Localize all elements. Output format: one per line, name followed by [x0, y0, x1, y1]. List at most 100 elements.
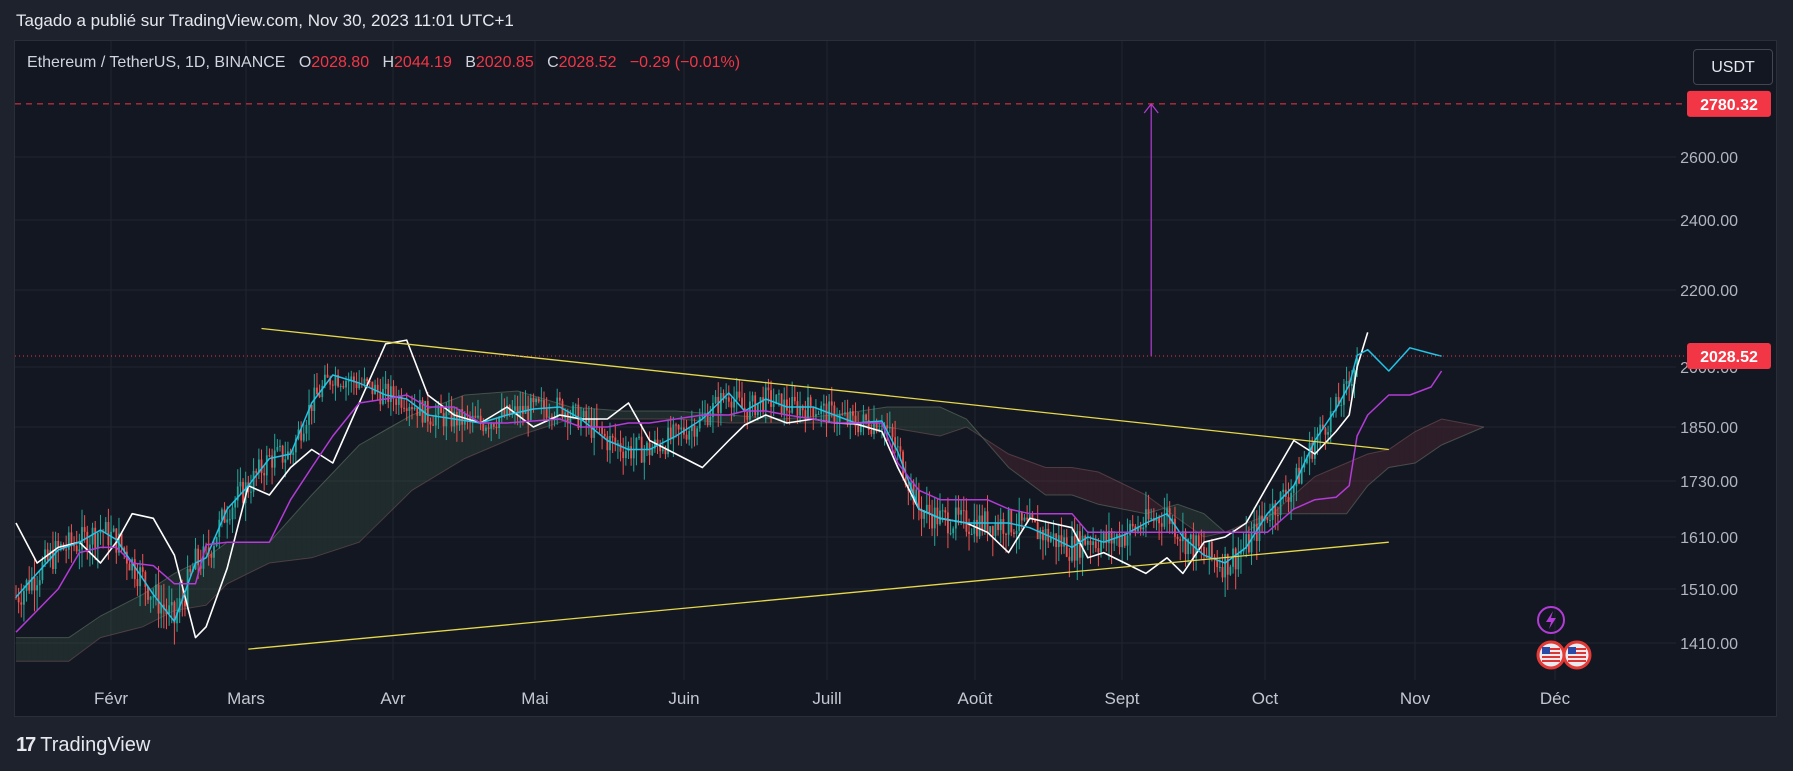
flag-stripe	[1542, 656, 1560, 658]
candle-body	[751, 395, 754, 402]
symbol-name[interactable]: Ethereum / TetherUS, 1D, BINANCE	[27, 54, 285, 71]
candle-body	[67, 532, 70, 550]
cloud-segment	[913, 407, 919, 433]
cloud-segment	[950, 411, 956, 433]
cloud-segment	[929, 407, 935, 436]
candle-body	[828, 401, 831, 422]
cloud-segment	[1008, 454, 1014, 472]
cloud-segment	[1367, 452, 1373, 486]
candle-body	[830, 401, 833, 406]
candle-body	[408, 407, 411, 411]
cloud-segment	[1082, 469, 1088, 501]
lower-trendline	[248, 541, 1389, 650]
cloud-segment	[74, 630, 80, 658]
cloud-segment	[739, 415, 745, 423]
candle-body	[432, 424, 435, 426]
us-economic-event-icon	[1536, 640, 1566, 670]
candle-body	[983, 511, 986, 530]
candle-body	[1269, 519, 1271, 521]
candle-body	[1221, 567, 1224, 578]
candle-body	[725, 397, 728, 400]
tradingview-logo[interactable]: 17 TradingView	[16, 734, 150, 757]
currency-button[interactable]: USDT	[1693, 49, 1773, 85]
cloud-segment	[111, 607, 117, 635]
candle-body	[1052, 533, 1055, 538]
candle-body	[1018, 511, 1021, 531]
candle-body	[548, 416, 551, 418]
candle-body	[540, 400, 543, 402]
change-value: −0.29 (−0.01%)	[629, 54, 741, 71]
candle-body	[936, 507, 939, 525]
candle-body	[812, 407, 815, 417]
candle-body	[1282, 489, 1285, 492]
candle-body	[609, 435, 611, 451]
candle-body	[994, 522, 997, 536]
candle-body	[989, 526, 992, 533]
candle-body	[1324, 428, 1327, 435]
cloud-segment	[934, 407, 940, 436]
candle-body	[1026, 517, 1029, 520]
candle-body	[96, 533, 99, 548]
candle-body	[1145, 509, 1147, 528]
price-axis-tick: 1730.00	[1680, 474, 1738, 491]
candle-body	[1005, 533, 1007, 535]
cloud-segment	[1336, 465, 1342, 514]
candle-body	[477, 415, 479, 418]
cloud-segment	[58, 637, 64, 662]
candle-body	[770, 390, 772, 407]
price-axis-tick: 1610.00	[1680, 530, 1738, 547]
candle-body	[891, 427, 894, 438]
candle-body	[521, 405, 524, 414]
candle-body	[482, 423, 485, 432]
candle-body	[865, 414, 867, 421]
cloud-segment	[248, 542, 254, 574]
candle-body	[999, 519, 1002, 531]
candle-body	[474, 415, 477, 418]
candle-body	[450, 406, 453, 427]
cloud-segment	[84, 623, 90, 650]
candle-body	[1063, 537, 1065, 547]
candle-body	[136, 579, 139, 587]
cloud-segment	[95, 616, 101, 642]
candle-body	[52, 550, 54, 569]
high-value: 2044.19	[394, 54, 452, 71]
cloud-segment	[1103, 474, 1109, 507]
cloud-segment	[21, 637, 27, 662]
candle-body	[463, 414, 466, 425]
chart-canvas[interactable]: 1410.001510.001610.001730.001850.002000.…	[0, 0, 1793, 771]
candle-body	[1163, 516, 1166, 527]
candle-body	[965, 510, 968, 532]
cloud-segment	[253, 542, 259, 571]
candle-body	[305, 424, 308, 434]
candle-body	[250, 491, 252, 493]
candle-body	[149, 596, 152, 600]
close-label: C	[547, 54, 559, 71]
candle-body	[931, 514, 933, 529]
candle-body	[1126, 535, 1129, 546]
candle-body	[94, 527, 97, 548]
symbol-info-bar: Ethereum / TetherUS, 1D, BINANCE O2028.8…	[27, 54, 740, 72]
cloud-segment	[295, 506, 302, 560]
candle-body	[585, 410, 588, 423]
candle-body	[1010, 509, 1013, 533]
cloud-segment	[940, 407, 946, 436]
candle-body	[1327, 432, 1329, 435]
cloud-segment	[1415, 428, 1421, 463]
cloud-segment	[1399, 438, 1405, 466]
candle-body	[1097, 548, 1100, 553]
cloud-segment	[121, 602, 127, 633]
candle-body	[302, 433, 305, 441]
candle-body	[110, 531, 112, 546]
cloud-segment	[232, 542, 238, 582]
candle-body	[1176, 536, 1179, 539]
candle-body	[933, 507, 936, 529]
cloud-segment	[1130, 487, 1136, 512]
candle-body	[83, 527, 86, 532]
cloud-segment	[1452, 421, 1458, 441]
candle-body	[1102, 533, 1105, 542]
high-label: H	[382, 54, 395, 71]
candle-body	[155, 584, 157, 597]
cloud-segment	[126, 599, 133, 631]
candle-body	[603, 433, 606, 437]
candle-body	[881, 428, 883, 430]
